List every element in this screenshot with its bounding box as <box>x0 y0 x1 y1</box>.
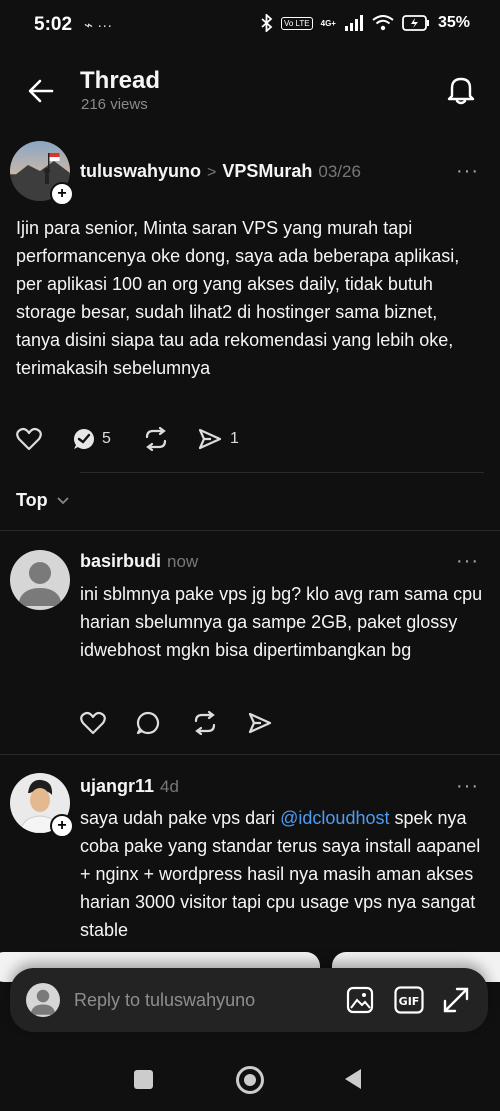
reply-body: saya udah pake vps dari @idcloudhost spe… <box>80 804 490 944</box>
reply-meta: ujangr11 4d <box>80 776 179 797</box>
expand-icon <box>443 987 469 1013</box>
reply-meta: basirbudi now <box>80 551 198 572</box>
view-count: 216 views <box>81 96 148 113</box>
gif-icon: GIF <box>394 986 424 1014</box>
more-icon: ··· <box>456 550 479 572</box>
divider <box>0 754 500 755</box>
reply-more-button[interactable]: ··· <box>456 550 479 573</box>
share-count: 1 <box>230 430 239 447</box>
chevron-down-icon <box>57 496 69 504</box>
default-user-icon <box>18 562 62 606</box>
reply-count: 5 <box>102 430 111 447</box>
send-icon <box>198 428 222 450</box>
author-name[interactable]: tuluswahyuno <box>80 161 201 182</box>
page-title: Thread <box>80 67 161 94</box>
battery-percent: 35% <box>437 14 470 31</box>
community-name[interactable]: VPSMurah <box>222 161 312 182</box>
attach-image-button[interactable] <box>346 986 374 1019</box>
sort-dropdown[interactable]: Top <box>16 490 70 511</box>
network-type: 4G+ <box>320 18 336 28</box>
heart-icon <box>80 711 106 735</box>
follow-plus-button[interactable]: + <box>50 814 74 838</box>
divider <box>0 530 500 531</box>
reply-author[interactable]: ujangr11 <box>80 776 154 797</box>
reply-count-button[interactable]: 5 <box>72 427 111 451</box>
more-options-button[interactable]: ··· <box>456 160 479 183</box>
image-icon <box>346 986 374 1014</box>
composer-avatar <box>26 983 60 1017</box>
bluetooth-icon <box>261 14 273 32</box>
wifi-icon <box>372 15 394 31</box>
recents-button[interactable] <box>134 1070 153 1089</box>
reply-body: ini sblmnya pake vps jg bg? klo avg ram … <box>80 584 483 660</box>
battery-icon <box>402 15 429 31</box>
comment-check-icon <box>74 429 94 449</box>
send-icon <box>248 712 272 734</box>
status-right-icons: Vo LTE 4G+ 35% <box>261 14 470 32</box>
reply-body-start: saya udah pake vps dari <box>80 808 281 828</box>
post-meta: tuluswahyuno > VPSMurah 03/26 <box>80 161 361 182</box>
svg-text:GIF: GIF <box>399 995 420 1008</box>
post-date: 03/26 <box>318 162 361 181</box>
notification-icons: ⌁ ··· <box>84 17 113 34</box>
reply-time: 4d <box>160 777 179 796</box>
share-button[interactable]: 1 <box>198 427 239 451</box>
repost-icon <box>145 426 167 452</box>
reply-repost-button[interactable] <box>192 710 218 740</box>
reply-composer[interactable]: Reply to tuluswahyuno GIF <box>10 968 488 1032</box>
like-button[interactable] <box>16 427 42 456</box>
arrow-left-icon <box>28 79 54 103</box>
status-bar: 5:02 ⌁ ··· Vo LTE 4G+ 35% <box>0 0 500 52</box>
chevron-right-icon: > <box>207 164 217 181</box>
comment-icon <box>136 711 160 735</box>
back-nav-button[interactable] <box>344 1068 362 1095</box>
repost-icon <box>194 710 216 736</box>
back-button[interactable] <box>26 76 56 106</box>
follow-plus-button[interactable]: + <box>50 182 74 206</box>
reply-comment-button[interactable] <box>136 711 160 740</box>
repost-button[interactable] <box>143 426 169 456</box>
divider <box>80 472 484 473</box>
reply-input[interactable]: Reply to tuluswahyuno <box>74 990 255 1011</box>
more-icon: ··· <box>456 775 479 797</box>
notifications-button[interactable] <box>446 74 476 106</box>
sort-label: Top <box>16 490 48 510</box>
system-nav-bar <box>0 1040 500 1111</box>
bell-icon <box>447 77 475 105</box>
home-button[interactable] <box>236 1066 264 1094</box>
reply-time: now <box>167 552 199 571</box>
reply-share-button[interactable] <box>248 711 272 740</box>
signal-icon <box>344 15 363 31</box>
heart-icon <box>16 427 42 451</box>
more-icon: ··· <box>456 160 479 182</box>
mention-link[interactable]: @idcloudhost <box>280 808 389 828</box>
reply-like-button[interactable] <box>80 711 106 740</box>
post-body: Ijin para senior, Minta saran VPS yang m… <box>16 218 460 378</box>
reply-more-button[interactable]: ··· <box>456 775 479 798</box>
volte-badge: Vo LTE <box>280 16 313 30</box>
reply-avatar-basirbudi[interactable] <box>10 550 70 610</box>
reply-author[interactable]: basirbudi <box>80 551 161 572</box>
expand-button[interactable] <box>442 986 470 1019</box>
gif-button[interactable]: GIF <box>394 986 424 1019</box>
default-user-icon <box>30 989 56 1015</box>
triangle-back-icon <box>345 1069 361 1089</box>
home-dot <box>244 1074 256 1086</box>
status-time: 5:02 <box>34 14 73 35</box>
